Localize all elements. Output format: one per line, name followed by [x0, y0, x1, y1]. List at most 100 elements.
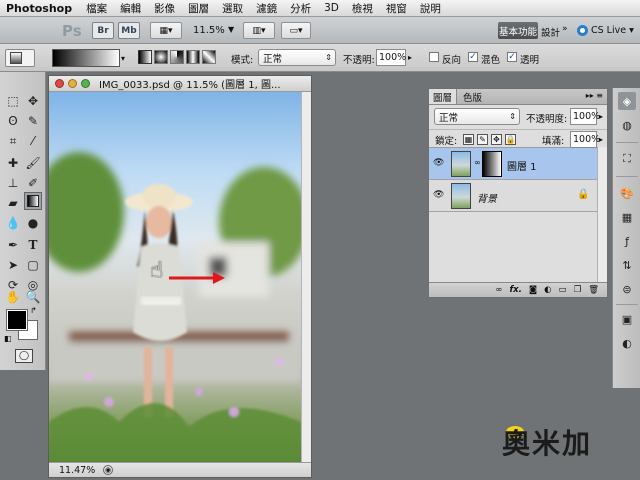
swap-colors-icon[interactable]: ↱	[30, 306, 37, 315]
dither-checkbox[interactable]: ✓	[468, 52, 478, 62]
menu-layer[interactable]: 圖層	[188, 1, 209, 16]
foreground-color-swatch[interactable]	[6, 309, 28, 331]
default-colors-icon[interactable]: ◧	[4, 334, 12, 343]
history-brush-tool-icon[interactable]: ✐	[24, 174, 42, 192]
layers-scrollbar[interactable]	[597, 147, 607, 282]
brushes-dock-icon[interactable]: ⇅	[618, 256, 636, 274]
eyedropper-tool-icon[interactable]: ⁄	[24, 132, 42, 150]
app-name-menu[interactable]: Photoshop	[6, 2, 72, 15]
panel-menu-icon[interactable]: ▸▸ ≡	[586, 91, 603, 100]
angle-gradient-button[interactable]	[170, 50, 184, 64]
layers-dock-icon[interactable]: ◈	[618, 92, 636, 110]
layer-name[interactable]: 背景	[477, 190, 497, 205]
lasso-tool-icon[interactable]: ʘ	[4, 112, 22, 130]
trash-icon[interactable]: 🗑	[588, 285, 599, 295]
eye-icon[interactable]: 👁	[433, 158, 444, 168]
tool-preset-picker[interactable]	[5, 49, 35, 67]
eye-icon[interactable]: 👁	[433, 190, 444, 200]
screen-mode-button[interactable]: ▭▾	[281, 22, 311, 39]
status-zoom-field[interactable]: 11.47%	[59, 465, 103, 476]
menu-window[interactable]: 視窗	[386, 1, 407, 16]
blend-mode-select[interactable]: 正常 ⇕	[434, 108, 520, 125]
clone-stamp-tool-icon[interactable]: ⊥	[4, 174, 22, 192]
status-info-icon[interactable]: ◉	[103, 465, 113, 475]
menu-image[interactable]: 影像	[154, 1, 175, 16]
zoom-window-button[interactable]	[81, 79, 90, 88]
lock-all-icon[interactable]: 🔒	[505, 134, 516, 145]
menu-file[interactable]: 檔案	[86, 1, 107, 16]
crop-tool-icon[interactable]: ⌗	[4, 132, 22, 150]
layer-row[interactable]: 👁 ∞ 圖層 1	[429, 148, 597, 180]
menu-view[interactable]: 檢視	[352, 1, 373, 16]
fx-icon[interactable]: fx.	[509, 285, 521, 295]
reverse-checkbox[interactable]	[429, 52, 439, 62]
color-dock-icon[interactable]: 🎨	[618, 184, 636, 202]
type-tool-icon[interactable]: T	[24, 236, 42, 254]
gradient-editor-swatch[interactable]	[52, 49, 120, 67]
document-title-bar[interactable]: IMG_0033.psd @ 11.5% (圖層 1, 圖...	[49, 76, 311, 92]
pen-tool-icon[interactable]: ✒	[4, 236, 22, 254]
path-selection-tool-icon[interactable]: ➤	[4, 256, 22, 274]
link-icon[interactable]: ∞	[474, 158, 481, 167]
brush-tool-icon[interactable]: 🖌	[24, 154, 42, 172]
image-canvas[interactable]: ☝	[49, 92, 301, 462]
opacity-slider-icon[interactable]: ▸	[408, 53, 412, 62]
bridge-button[interactable]: Br	[92, 22, 114, 39]
minimize-window-button[interactable]	[68, 79, 77, 88]
history-dock-icon[interactable]: ▣	[618, 310, 636, 328]
shape-tool-icon[interactable]: ▢	[24, 256, 42, 274]
quick-selection-tool-icon[interactable]: ✎	[24, 112, 42, 130]
tab-layers[interactable]: 圖層	[429, 89, 458, 104]
layer-name[interactable]: 圖層 1	[507, 158, 537, 173]
add-mask-icon[interactable]: ◙	[529, 285, 537, 295]
link-layers-icon[interactable]: ∞	[495, 285, 502, 295]
layer-opacity-input[interactable]: 100%	[570, 108, 600, 125]
layer-mask-thumbnail[interactable]	[482, 151, 502, 177]
menu-select[interactable]: 選取	[222, 1, 243, 16]
view-extras-button[interactable]: ▦▾	[150, 22, 182, 39]
zoom-level[interactable]: 11.5%	[193, 25, 225, 36]
diamond-gradient-button[interactable]	[202, 50, 216, 64]
dodge-tool-icon[interactable]: ●	[24, 214, 42, 232]
healing-brush-tool-icon[interactable]: ✚	[4, 154, 22, 172]
menu-filter[interactable]: 濾鏡	[256, 1, 277, 16]
workspace-design-button[interactable]: 設計	[541, 25, 560, 39]
swatches-dock-icon[interactable]: ▦	[618, 208, 636, 226]
gradient-tool-icon[interactable]	[24, 192, 42, 210]
zoom-tool-icon[interactable]: 🔍	[24, 288, 42, 306]
move-tool-icon[interactable]: ✥	[24, 92, 42, 110]
fill-input[interactable]: 100%	[570, 131, 600, 148]
workspace-more-button[interactable]: »	[562, 24, 568, 34]
tab-channels[interactable]: 色版	[459, 89, 486, 104]
close-window-button[interactable]	[55, 79, 64, 88]
lock-transparent-icon[interactable]: ▦	[463, 134, 474, 145]
transparency-checkbox[interactable]: ✓	[507, 52, 517, 62]
opacity-input[interactable]: 100%	[376, 49, 406, 66]
clone-source-dock-icon[interactable]: ⊜	[618, 280, 636, 298]
quick-mask-button[interactable]: ◯	[15, 349, 33, 363]
lock-position-icon[interactable]: ✥	[491, 134, 502, 145]
adjustments-dock-icon[interactable]: ◍	[618, 116, 636, 134]
layer-row[interactable]: 👁 背景 🔒	[429, 180, 597, 212]
navigator-dock-icon[interactable]: ◐	[618, 334, 636, 352]
gradient-picker-icon[interactable]: ▾	[121, 54, 125, 63]
fill-slider-icon[interactable]: ▸	[599, 135, 603, 144]
arrange-documents-button[interactable]: ▥▾	[243, 22, 275, 39]
new-layer-icon[interactable]: ❐	[574, 285, 582, 295]
lock-image-icon[interactable]: ✎	[477, 134, 488, 145]
menu-edit[interactable]: 編輯	[120, 1, 141, 16]
document-vertical-scrollbar[interactable]	[301, 92, 311, 462]
eraser-tool-icon[interactable]: ▰	[4, 194, 22, 212]
transform-dock-icon[interactable]: ⛶	[618, 150, 636, 168]
adjustment-layer-icon[interactable]: ◐	[544, 285, 551, 295]
mode-select[interactable]: 正常 ⇕	[258, 49, 336, 66]
cs-live-button[interactable]: CS Live ▾	[577, 25, 634, 36]
blur-tool-icon[interactable]: 💧	[4, 214, 22, 232]
marquee-tool-icon[interactable]: ⬚	[4, 92, 22, 110]
radial-gradient-button[interactable]	[154, 50, 168, 64]
workspace-essentials-button[interactable]: 基本功能	[498, 22, 538, 39]
layer-opacity-slider-icon[interactable]: ▸	[599, 112, 603, 121]
styles-dock-icon[interactable]: ƒ	[618, 232, 636, 250]
menu-help[interactable]: 說明	[420, 1, 441, 16]
reflected-gradient-button[interactable]	[186, 50, 200, 64]
